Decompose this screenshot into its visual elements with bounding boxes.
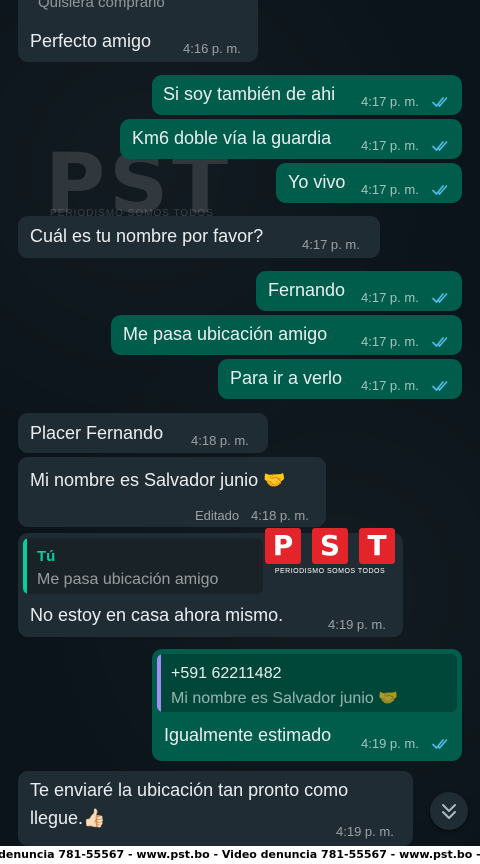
message-outgoing[interactable]: Para ir a verlo 4:17 p. m. <box>218 359 462 399</box>
message-text: No estoy en casa ahora mismo. <box>30 605 284 625</box>
message-time: 4:16 p. m. <box>183 41 241 56</box>
message-text: Yo vivo <box>288 172 346 192</box>
message-outgoing[interactable]: Km6 doble vía la guardia 4:17 p. m. <box>120 119 462 159</box>
message-time: 4:17 p. m. <box>361 334 419 349</box>
message-time: 4:17 p. m. <box>361 290 419 305</box>
chat-area[interactable]: PST PERIODISMO SOMOS TODOS Quisiera comp… <box>0 0 480 846</box>
message-time: 4:18 p. m. <box>191 433 249 448</box>
message-text: Si soy también de ahi <box>163 84 336 104</box>
message-outgoing[interactable]: Me pasa ubicación amigo 4:17 p. m. <box>111 315 462 355</box>
message-text: Mi nombre es Salvador junio 🤝 <box>30 470 286 490</box>
message-time: 4:17 p. m. <box>302 237 360 252</box>
message-incoming[interactable]: Cuál es tu nombre por favor? 4:17 p. m. <box>18 216 380 258</box>
message-text: Cuál es tu nombre por favor? <box>30 226 264 246</box>
pst-logo-tagline: PERIODISMO SOMOS TODOS <box>274 568 386 575</box>
message-outgoing[interactable]: +591 62211482 Mi nombre es Salvador juni… <box>152 649 462 761</box>
quote-text: Me pasa ubicación amigo <box>37 571 219 588</box>
chevron-double-down-icon <box>442 804 456 819</box>
message-text-line-2: llegue.👍🏻 <box>30 808 106 828</box>
message-outgoing[interactable]: Si soy también de ahi 4:17 p. m. <box>152 75 462 115</box>
pst-logo: P S T PERIODISMO SOMOS TODOS <box>265 528 395 580</box>
edited-label: Editado <box>195 508 240 523</box>
message-outgoing[interactable]: Yo vivo 4:17 p. m. <box>276 163 462 203</box>
quoted-message[interactable]: +591 62211482 Mi nombre es Salvador juni… <box>157 654 457 712</box>
message-text: Igualmente estimado <box>164 725 332 745</box>
message-text: Fernando <box>268 280 346 300</box>
quote-author: Tú <box>37 548 56 565</box>
message-time: 4:17 p. m. <box>361 378 419 393</box>
quoted-message[interactable]: Tú Me pasa ubicación amigo <box>23 538 263 594</box>
news-ticker: denuncia 781-55567 - www.pst.bo - Video … <box>0 846 480 864</box>
scroll-to-bottom-button[interactable] <box>430 792 468 830</box>
message-text: Km6 doble vía la guardia <box>132 128 332 148</box>
quote-author: +591 62211482 <box>171 665 282 682</box>
double-check-icon <box>432 738 452 750</box>
quoted-text-partial: Quisiera comprarlo <box>38 0 165 11</box>
message-time: 4:17 p. m. <box>361 138 419 153</box>
double-check-icon <box>432 184 452 196</box>
message-time: 4:19 p. m. <box>328 617 386 632</box>
message-incoming[interactable]: Quisiera comprarlo Perfecto amigo 4:16 p… <box>18 0 258 62</box>
double-check-icon <box>432 380 452 392</box>
message-time: 4:18 p. m. <box>251 508 309 523</box>
quote-bar <box>23 538 27 594</box>
message-incoming[interactable]: Placer Fernando 4:18 p. m. <box>18 413 268 453</box>
double-check-icon <box>432 140 452 152</box>
message-time: 4:19 p. m. <box>361 736 419 751</box>
quote-bar <box>157 654 161 712</box>
double-check-icon <box>432 336 452 348</box>
message-text: Para ir a verlo <box>230 368 343 388</box>
ticker-text: denuncia 781-55567 - www.pst.bo - Video … <box>0 848 480 861</box>
double-check-icon <box>432 292 452 304</box>
message-text: Perfecto amigo <box>30 31 152 51</box>
message-text-line-1: Te enviaré la ubicación tan pronto como <box>30 780 349 800</box>
message-incoming[interactable]: Mi nombre es Salvador junio 🤝 Editado 4:… <box>18 457 326 527</box>
quote-text: Mi nombre es Salvador junio 🤝 <box>171 690 399 707</box>
message-time: 4:17 p. m. <box>361 94 419 109</box>
message-text: Placer Fernando <box>30 423 164 443</box>
double-check-icon <box>432 96 452 108</box>
message-time: 4:19 p. m. <box>336 824 394 839</box>
message-outgoing[interactable]: Fernando 4:17 p. m. <box>256 271 462 311</box>
message-incoming[interactable]: Te enviaré la ubicación tan pronto como … <box>18 771 413 846</box>
message-text: Me pasa ubicación amigo <box>123 324 328 344</box>
message-time: 4:17 p. m. <box>361 182 419 197</box>
